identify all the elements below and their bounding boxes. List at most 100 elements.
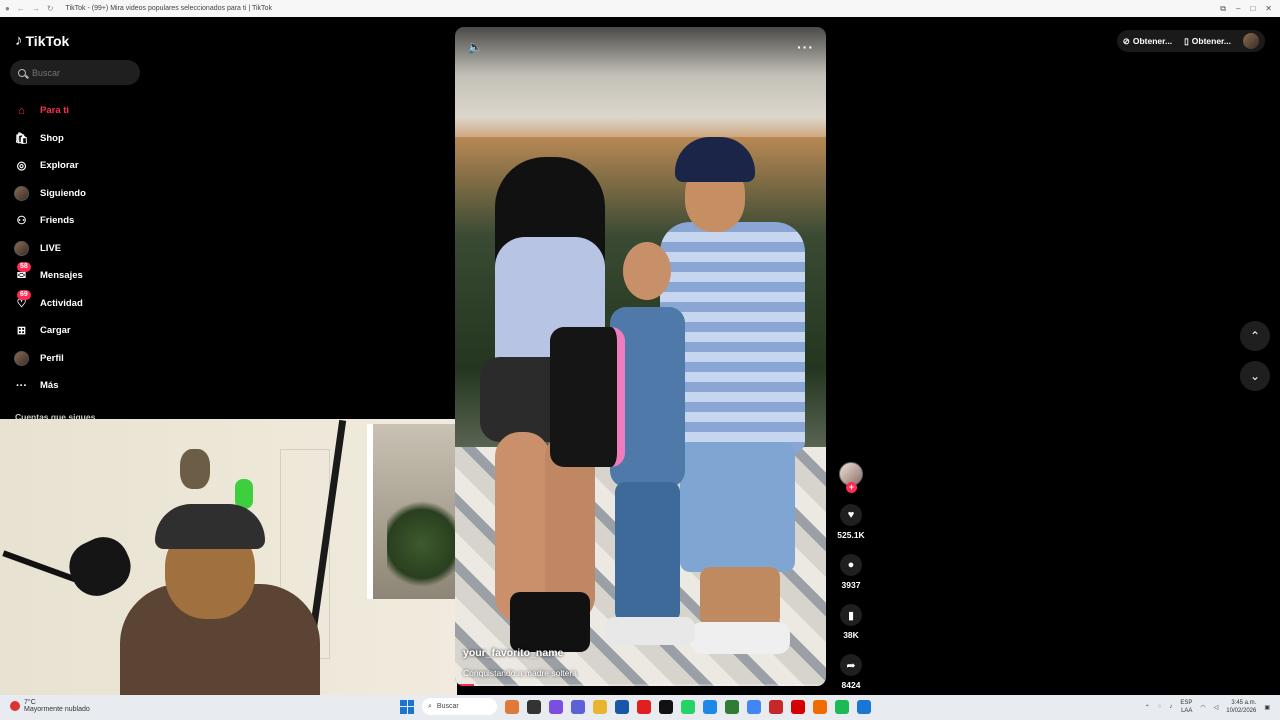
volume-icon[interactable]: 🔈 (467, 39, 483, 55)
sidebar-item-label: Siguiendo (40, 187, 86, 199)
wifi-icon[interactable]: ◠ (1200, 704, 1205, 711)
mic-icon[interactable]: ♪ (1169, 704, 1172, 710)
tiktok-icon[interactable] (659, 699, 673, 714)
sidebar-item-para-ti[interactable]: ⌂ Para ti (14, 97, 86, 125)
volume-icon[interactable]: ◁ (1214, 704, 1219, 711)
chrome-icon[interactable] (747, 699, 761, 714)
home-icon: ⌂ (18, 104, 25, 117)
lang-code: ESP (1180, 700, 1193, 706)
maximize-icon[interactable]: □ (1250, 4, 1255, 14)
clock-date: 10/02/2026 (1226, 708, 1257, 714)
more-options-icon[interactable]: ··· (797, 39, 814, 55)
sidebar-item-friends[interactable]: ⚇ Friends (14, 207, 86, 235)
app-icon[interactable] (769, 699, 783, 714)
edge-icon[interactable] (703, 699, 717, 714)
live-avatar (14, 240, 29, 256)
like-button[interactable]: ♥ (840, 504, 862, 526)
extensions-icon[interactable]: ⧉ (1220, 4, 1226, 14)
activity-badge: 69 (17, 289, 31, 300)
comment-button[interactable]: ● (840, 554, 862, 576)
next-video-button[interactable]: ⌄ (1240, 361, 1270, 391)
video-progress-bar[interactable] (455, 684, 826, 686)
search-input[interactable] (32, 67, 127, 78)
video-caption: your_favorito_name Conquistando a madre … (463, 647, 577, 678)
comment-icon: ● (847, 559, 855, 571)
get-coins-button[interactable]: ⊘ Obtener... (1123, 36, 1172, 47)
bookmark-icon: ▮ (847, 609, 855, 622)
sidebar-item-live[interactable]: LIVE (14, 235, 86, 263)
app-icon[interactable] (615, 699, 629, 714)
netflix-icon[interactable] (791, 699, 805, 714)
network-icon[interactable]: ◌ (1158, 704, 1162, 710)
video-nav-arrows: ⌃ ⌄ (1240, 321, 1270, 401)
app-icon[interactable] (549, 699, 563, 714)
app-icon[interactable] (813, 699, 827, 714)
tab-title: TikTok - (99+) Mira videos populares sel… (65, 5, 272, 12)
video-player[interactable]: 🔈 ··· your_favorito_name Conquistando a … (455, 27, 826, 686)
clock[interactable]: 3:45 a.m. 10/02/2026 (1226, 699, 1256, 715)
sidebar-item-shop[interactable]: 🛍 Shop (14, 125, 86, 153)
video-author[interactable]: your_favorito_name (463, 647, 577, 659)
plant-image (387, 499, 457, 589)
get-app-button[interactable]: ▯ Obtener... (1184, 36, 1231, 47)
youtube-icon[interactable] (637, 699, 651, 714)
whatsapp-icon[interactable] (681, 699, 695, 714)
excel-icon[interactable] (725, 699, 739, 714)
sidebar-item-explorar[interactable]: ◎ Explorar (14, 152, 86, 180)
weather-widget[interactable]: 7°C Mayormente nublado (10, 699, 90, 713)
app-icon[interactable] (505, 699, 519, 714)
weather-desc: Mayormente nublado (24, 706, 90, 713)
sidebar-item-perfil[interactable]: Perfil (14, 345, 86, 373)
tiktok-note-icon: ♪ (15, 32, 23, 49)
tray-chevron-icon[interactable]: ⌃ (1145, 704, 1150, 711)
taskbar-search[interactable]: ⌕ Buscar (422, 698, 497, 715)
top-right-actions: ⊘ Obtener... ▯ Obtener... (1116, 30, 1265, 52)
minimize-icon[interactable]: – (1236, 4, 1240, 14)
sidebar-item-actividad[interactable]: ♡ 69 Actividad (14, 289, 86, 318)
spotify-icon[interactable] (835, 699, 849, 714)
back-icon[interactable]: ← (17, 4, 25, 13)
sidebar-item-label: Perfil (40, 352, 64, 364)
save-button[interactable]: ▮ (840, 604, 862, 626)
previous-video-button[interactable]: ⌃ (1240, 321, 1270, 351)
comment-count: 3937 (841, 580, 861, 590)
lang-layout: LAA (1181, 708, 1193, 714)
clock-time: 3:45 a.m. (1231, 700, 1257, 706)
task-view-icon[interactable] (527, 699, 541, 714)
shop-icon: 🛍 (14, 132, 29, 145)
taskbar-search-label: Buscar (436, 703, 459, 710)
sidebar-item-cargar[interactable]: ⊞ Cargar (14, 317, 86, 345)
search-box[interactable] (10, 60, 140, 85)
user-avatar[interactable] (1243, 33, 1259, 49)
share-button[interactable]: ➦ (840, 654, 862, 676)
sidebar-item-label: Explorar (40, 160, 79, 172)
tiktok-app: ♪ TikTok ⌂ Para ti 🛍 Shop ◎ Explorar Sig… (0, 17, 1280, 712)
follow-plus-icon[interactable]: + (846, 482, 857, 493)
profile-avatar (14, 350, 29, 366)
windows-taskbar: 7°C Mayormente nublado ⌕ Buscar ⌃ ◌ ♪ ES… (0, 695, 1280, 720)
search-icon (18, 68, 26, 77)
app-icon[interactable] (857, 699, 871, 714)
search-icon: ⌕ (428, 702, 432, 710)
folder-icon[interactable] (593, 699, 607, 714)
reload-icon[interactable]: ↻ (47, 4, 54, 13)
video-description: Conquistando a madre soltera (463, 668, 577, 678)
teams-icon[interactable] (571, 699, 585, 714)
close-icon[interactable]: ✕ (1265, 4, 1272, 14)
windows-start-icon[interactable] (400, 699, 414, 714)
window-controls: ⧉ – □ ✕ (1220, 4, 1280, 14)
friends-icon: ⚇ (16, 215, 27, 228)
sidebar-item-mensajes[interactable]: ✉ 58 Mensajes (14, 262, 86, 290)
sidebar-item-siguiendo[interactable]: Siguiendo (14, 180, 86, 208)
tiktok-logo[interactable]: ♪ TikTok (15, 32, 69, 49)
sidebar-item-label: Más (40, 380, 59, 392)
sidebar-nav: ⌂ Para ti 🛍 Shop ◎ Explorar Siguiendo ⚇ … (14, 97, 86, 400)
sidebar-item-mas[interactable]: ··· Más (14, 372, 86, 400)
get-app-label: Obtener... (1191, 36, 1231, 46)
creator-avatar[interactable]: + (839, 462, 863, 493)
forward-icon[interactable]: → (32, 4, 40, 13)
coin-icon: ⊘ (1122, 35, 1130, 46)
language-indicator[interactable]: ESP LAA (1180, 699, 1192, 715)
messages-icon: ✉ 58 (14, 262, 31, 283)
notifications-icon[interactable]: ▣ (1264, 704, 1270, 711)
